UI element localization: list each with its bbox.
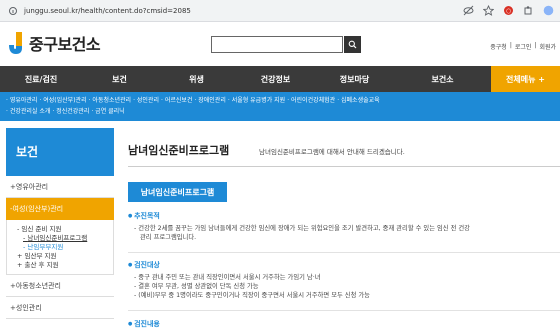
page-description: 남녀임신준비프로그램에 대해서 안내해 드리겠습니다. [259, 148, 405, 156]
section-divider [128, 310, 560, 311]
search-input[interactable] [211, 36, 343, 53]
site-logo[interactable]: 중구보건소 [6, 30, 101, 56]
gnb-item-health[interactable]: 보건 [82, 66, 157, 92]
section-body-purpose: 건강한 2세를 꿈꾸는 가임 남녀들에게 건강한 임신에 장애가 되는 위험요인… [134, 224, 554, 242]
sidebar-item-adult[interactable]: + 성인관리 [6, 297, 114, 319]
svg-text:○: ○ [505, 7, 510, 14]
logo-mark-icon [9, 32, 22, 54]
sidebar-sub-current[interactable]: - 남녀임신준비프로그램 [23, 234, 109, 243]
site-info-icon[interactable] [6, 4, 20, 18]
logo-text: 중구보건소 [29, 35, 101, 54]
sidebar-title: 보건 [6, 128, 114, 176]
submenu-item[interactable]: 금연 클리닉 [91, 106, 125, 117]
util-link-junggu[interactable]: 중구청 [490, 42, 507, 51]
submenu-item[interactable]: 어르신보건 [161, 95, 193, 106]
gnb-item-info-plaza[interactable]: 정보마당 [315, 66, 394, 92]
utility-links: 중구청 | 로그인 | 회원가 [490, 42, 556, 51]
gnb-item-health-center[interactable]: 보건소 [394, 66, 491, 92]
sidebar-submenu: - 임신 준비 지원 - 남녀임신준비프로그램 - 난임부부지원 + 임산부 지… [6, 220, 114, 275]
submenu-item[interactable]: 성인관리 [133, 95, 159, 106]
browser-address-bar: junggu.seoul.kr/health/content.do?cmsid=… [0, 0, 560, 22]
gnb-item-hygiene[interactable]: 위생 [157, 66, 236, 92]
sidebar-item-youth[interactable]: + 아동청소년관리 [6, 275, 114, 297]
sidebar-item-infant[interactable]: + 영유아관리 [6, 176, 114, 198]
search-button[interactable] [344, 36, 361, 53]
section-divider [128, 252, 560, 253]
sidebar-sub-postpartum[interactable]: + 출산 후 지원 [17, 261, 109, 270]
sub-menu: 영유아관리 여성(임산부)관리 아동청소년관리 성인관리 어르신보건 장애인관리… [0, 92, 560, 121]
sidebar-sub-pregnant[interactable]: + 임산부 지원 [17, 252, 109, 261]
global-nav: 진료/검진 보건 위생 건강정보 정보마당 보건소 전체메뉴 + [0, 66, 560, 92]
submenu-item[interactable]: 심폐소생술교육 [337, 95, 380, 106]
sidebar-sub-pregnancy-prep[interactable]: - 임신 준비 지원 [17, 225, 109, 234]
sidebar-sub-infertility[interactable]: - 난임부부지원 [23, 243, 109, 252]
section-title-content: 검진내용 [128, 319, 160, 329]
search-icon [348, 40, 357, 49]
sidebar-item-women[interactable]: - 여성(임산부)관리 [6, 198, 114, 220]
submenu-item[interactable]: 정신건강관리 [52, 106, 89, 117]
submenu-item[interactable]: 여성(임산부)관리 [39, 95, 86, 106]
all-menu-button[interactable]: 전체메뉴 + [491, 66, 560, 92]
submenu-item[interactable]: 어린이건강체험관 [287, 95, 335, 106]
page-title: 남녀임신준비프로그램 [128, 144, 230, 157]
left-sidebar: 보건 + 영유아관리 - 여성(임산부)관리 - 임신 준비 지원 - 남녀임신준비… [6, 128, 114, 333]
site-header: 중구보건소 중구청 | 로그인 | 회원가 [0, 22, 560, 66]
url-text[interactable]: junggu.seoul.kr/health/content.do?cmsid=… [24, 7, 191, 15]
program-badge: 남녀임신준비프로그램 [128, 182, 227, 202]
util-link-join[interactable]: 회원가 [539, 42, 556, 51]
section-title-target: 검진대상 [128, 260, 160, 270]
extension-icon[interactable]: ○ [502, 4, 514, 16]
profile-icon[interactable] [542, 4, 554, 16]
sub-menu-row-2: 건강관리실 소개 정신건강관리 금연 클리닉 [6, 106, 554, 117]
section-body-target: 중구 관내 주민 또는 관내 직장인이면서 서울시 거주하는 가임기 남·녀 결… [134, 273, 554, 300]
eye-off-icon[interactable] [462, 4, 474, 16]
submenu-item[interactable]: 영유아관리 [6, 95, 38, 106]
submenu-item[interactable]: 장애인관리 [194, 95, 226, 106]
star-icon[interactable] [482, 4, 494, 16]
util-link-login[interactable]: 로그인 [515, 42, 532, 51]
gnb-item-treatment[interactable]: 진료/검진 [0, 66, 82, 92]
submenu-item[interactable]: 서울형 유급병가 지원 [228, 95, 286, 106]
gnb-item-health-info[interactable]: 건강정보 [236, 66, 315, 92]
main-content: 남녀임신준비프로그램 남녀임신준비프로그램에 대해서 안내해 드리겠습니다. 남… [128, 128, 560, 333]
puzzle-icon[interactable] [522, 4, 534, 16]
submenu-item[interactable]: 건강관리실 소개 [6, 106, 51, 117]
sub-menu-row-1: 영유아관리 여성(임산부)관리 아동청소년관리 성인관리 어르신보건 장애인관리… [6, 95, 554, 106]
submenu-item[interactable]: 아동청소년관리 [89, 95, 131, 106]
section-title-purpose: 추진목적 [128, 211, 160, 221]
title-divider [128, 166, 560, 167]
